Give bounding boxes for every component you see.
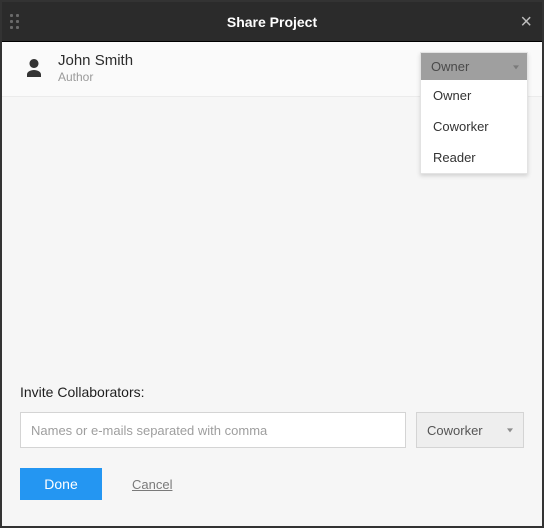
dialog-title: Share Project: [227, 14, 317, 30]
permission-option-reader[interactable]: Reader: [421, 142, 527, 173]
invite-title: Invite Collaborators:: [20, 384, 524, 400]
cancel-button[interactable]: Cancel: [132, 477, 172, 492]
invite-input[interactable]: [20, 412, 406, 448]
drag-handle-icon[interactable]: [10, 14, 20, 30]
collaborator-meta: John Smith Author: [58, 52, 133, 84]
permission-option-coworker[interactable]: Coworker: [421, 111, 527, 142]
dialog-content: John Smith Author Owner Owner Coworker R…: [2, 42, 542, 526]
dialog-actions: Done Cancel: [20, 468, 524, 500]
share-project-dialog: Share Project × John Smith Author Owner …: [0, 0, 544, 528]
invite-section: Invite Collaborators: Coworker Done Canc…: [2, 384, 542, 526]
done-button[interactable]: Done: [20, 468, 102, 500]
person-icon: [22, 56, 46, 80]
permission-selected[interactable]: Owner: [421, 53, 527, 80]
close-icon[interactable]: ×: [520, 12, 532, 32]
collaborator-name: John Smith: [58, 52, 133, 69]
permission-option-owner[interactable]: Owner: [421, 80, 527, 111]
permission-dropdown[interactable]: Owner Owner Coworker Reader: [420, 52, 528, 174]
dialog-header: Share Project ×: [2, 2, 542, 42]
invite-row: Coworker: [20, 412, 524, 448]
invite-role-select[interactable]: Coworker: [416, 412, 524, 448]
invite-role-selected: Coworker: [427, 423, 483, 438]
collaborator-role: Author: [58, 70, 133, 84]
